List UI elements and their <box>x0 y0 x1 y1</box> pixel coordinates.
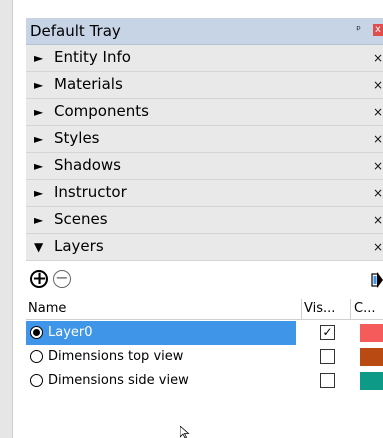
column-divider[interactable] <box>350 299 351 319</box>
left-window-strip <box>0 0 13 438</box>
section-layers[interactable]: ▼ Layers × <box>26 234 383 261</box>
section-label: Components <box>54 102 149 120</box>
section-close-icon[interactable]: × <box>373 78 383 92</box>
layer-name[interactable]: Dimensions top view <box>48 349 183 364</box>
section-close-icon[interactable]: × <box>373 51 383 65</box>
expand-triangle-icon: ► <box>34 78 44 92</box>
layers-toolbar: + − <box>26 266 383 296</box>
tray-title: Default Tray <box>30 22 121 40</box>
expand-triangle-icon: ► <box>34 213 44 227</box>
layer-color-swatch[interactable] <box>360 324 383 342</box>
layer-name[interactable]: Dimensions side view <box>48 373 189 388</box>
section-close-icon[interactable]: × <box>373 186 383 200</box>
active-layer-radio[interactable] <box>30 374 43 387</box>
layer-color-swatch[interactable] <box>360 372 383 390</box>
collapse-triangle-icon: ▼ <box>34 240 44 254</box>
section-label: Entity Info <box>54 48 131 66</box>
default-tray-panel: Default Tray ᵖ x ► Entity Info × ► Mater… <box>26 0 383 438</box>
expand-triangle-icon: ► <box>34 186 44 200</box>
section-close-icon[interactable]: × <box>373 132 383 146</box>
layer-row-layer0[interactable]: Layer0 ✓ <box>26 321 383 345</box>
section-label: Scenes <box>54 210 108 228</box>
details-arrow-icon[interactable] <box>371 270 383 290</box>
section-label: Instructor <box>54 183 127 201</box>
visible-checkbox[interactable] <box>320 373 335 388</box>
section-close-icon[interactable]: × <box>373 159 383 173</box>
add-layer-icon[interactable]: + <box>30 270 48 288</box>
layer-row-dimensions-top-view[interactable]: Dimensions top view <box>26 345 383 369</box>
layer-name[interactable]: Layer0 <box>48 325 93 340</box>
column-header-name[interactable]: Name <box>28 301 66 316</box>
active-layer-radio[interactable] <box>30 350 43 363</box>
expand-triangle-icon: ► <box>34 159 44 173</box>
mouse-cursor-icon <box>180 426 190 438</box>
section-label: Layers <box>54 237 104 255</box>
tray-header: Default Tray ᵖ x <box>26 18 383 45</box>
section-close-icon[interactable]: × <box>373 105 383 119</box>
pin-icon[interactable]: ᵖ <box>356 23 361 36</box>
layer-row-dimensions-side-view[interactable]: Dimensions side view <box>26 369 383 393</box>
section-scenes[interactable]: ► Scenes × <box>26 207 383 234</box>
section-components[interactable]: ► Components × <box>26 99 383 126</box>
section-label: Shadows <box>54 156 122 174</box>
column-header-visible[interactable]: Vis... <box>304 301 335 316</box>
section-label: Materials <box>54 75 123 93</box>
section-label: Styles <box>54 129 100 147</box>
remove-layer-icon[interactable]: − <box>53 270 71 288</box>
column-header-color[interactable]: C... <box>354 301 375 316</box>
section-close-icon[interactable]: × <box>373 213 383 227</box>
section-shadows[interactable]: ► Shadows × <box>26 153 383 180</box>
tray-close-icon[interactable]: x <box>373 24 383 36</box>
active-layer-radio[interactable] <box>30 326 43 339</box>
layers-table-header: Name Vis... C... <box>26 299 383 320</box>
column-divider[interactable] <box>301 299 302 319</box>
section-close-icon[interactable]: × <box>373 240 383 254</box>
expand-triangle-icon: ► <box>34 132 44 146</box>
section-styles[interactable]: ► Styles × <box>26 126 383 153</box>
expand-triangle-icon: ► <box>34 51 44 65</box>
visible-checkbox[interactable] <box>320 349 335 364</box>
expand-triangle-icon: ► <box>34 105 44 119</box>
visible-checkbox[interactable]: ✓ <box>320 325 335 340</box>
section-materials[interactable]: ► Materials × <box>26 72 383 99</box>
section-instructor[interactable]: ► Instructor × <box>26 180 383 207</box>
layer-color-swatch[interactable] <box>360 348 383 366</box>
section-entity-info[interactable]: ► Entity Info × <box>26 45 383 72</box>
